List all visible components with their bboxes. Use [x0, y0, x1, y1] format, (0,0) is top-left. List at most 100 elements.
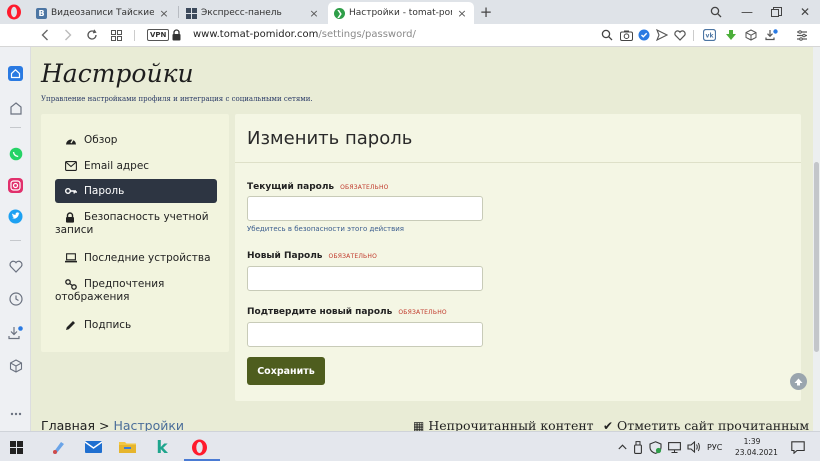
shield-icon[interactable]: [637, 28, 651, 42]
opera-taskbar-icon[interactable]: [183, 438, 215, 456]
download-arrow-icon[interactable]: [724, 28, 738, 42]
search-tabs-icon[interactable]: [707, 3, 725, 21]
unread-content-link[interactable]: ▦ Непрочитанный контент: [413, 418, 594, 431]
pinboard-icon[interactable]: [7, 100, 24, 117]
breadcrumb-current[interactable]: Настройки: [113, 418, 184, 431]
lock-icon[interactable]: [172, 29, 181, 41]
tab-title: Экспресс-панель: [201, 8, 282, 18]
tab-vk-videos[interactable]: B Видеозаписи Тайские Лай ×: [30, 2, 176, 24]
usb-icon[interactable]: [632, 438, 644, 456]
breadcrumb-home[interactable]: Главная: [41, 418, 95, 431]
envelope-icon: [65, 161, 77, 171]
current-password-label-text: Текущий пароль: [247, 182, 335, 192]
nav-item-password[interactable]: Пароль: [55, 179, 217, 203]
heart-icon[interactable]: [7, 258, 24, 275]
current-password-input[interactable]: [247, 196, 483, 221]
tab-speed-dial[interactable]: Экспресс-панель ×: [180, 2, 326, 24]
easy-setup-icon[interactable]: [795, 28, 809, 42]
tab-title: Настройки - tomat-pomido: [349, 8, 452, 18]
network-icon[interactable]: [667, 438, 681, 456]
tiles-icon[interactable]: [109, 28, 123, 42]
downloads-icon[interactable]: [7, 324, 24, 341]
send-icon[interactable]: [655, 28, 669, 42]
form-title: Изменить пароль: [247, 128, 413, 149]
windows-taskbar: k РУС 1:39 23.04.2021: [0, 431, 820, 461]
svg-text:k: k: [156, 439, 168, 455]
minimize-button[interactable]: —: [738, 3, 756, 21]
confirm-password-label: Подтвердите новый пароль ОБЯЗАТЕЛЬНО: [247, 307, 447, 317]
new-password-label: Новый Пароль ОБЯЗАТЕЛЬНО: [247, 251, 377, 261]
windows-start-icon[interactable]: [7, 438, 25, 456]
lock-icon: [65, 211, 77, 223]
close-tab-icon[interactable]: ×: [308, 7, 320, 20]
key-icon: [65, 186, 77, 196]
clock-time: 1:39: [743, 437, 761, 446]
new-password-input[interactable]: [247, 266, 483, 291]
close-window-button[interactable]: ✕: [796, 3, 814, 21]
new-password-label-text: Новый Пароль: [247, 251, 323, 261]
link-icon: [65, 278, 77, 290]
opera-menu-icon[interactable]: [6, 4, 22, 20]
footer-bar: Главная > Настройки ▦ Непрочитанный конт…: [31, 415, 813, 431]
instagram-icon[interactable]: [7, 177, 24, 194]
nav-item-label: Обзор: [84, 134, 118, 146]
pen-icon: [65, 320, 77, 331]
whatsapp-icon[interactable]: [7, 145, 24, 162]
paint-icon[interactable]: [50, 438, 68, 456]
vk-icon: B: [36, 7, 47, 19]
reload-icon[interactable]: [85, 28, 99, 42]
input-language[interactable]: РУС: [707, 443, 722, 452]
file-explorer-icon[interactable]: [118, 438, 136, 456]
more-icon[interactable]: [7, 405, 24, 422]
mark-site-read-link[interactable]: ✔ Отметить сайт прочитанным: [603, 418, 809, 431]
page-content: Настройки Управление настройками профиля…: [31, 47, 813, 431]
new-tab-button[interactable]: +: [478, 3, 494, 21]
defender-icon[interactable]: [648, 438, 662, 456]
vk-extension-icon[interactable]: vk: [702, 28, 716, 42]
search-icon[interactable]: [600, 28, 614, 42]
tab-title: Видеозаписи Тайские Лай: [51, 8, 154, 18]
history-icon[interactable]: [7, 290, 24, 307]
twitter-icon[interactable]: [7, 208, 24, 225]
clock[interactable]: 1:39 23.04.2021: [735, 436, 778, 458]
nav-item-overview[interactable]: Обзор: [55, 134, 215, 147]
show-hidden-icons-icon[interactable]: [616, 438, 628, 456]
browser-sidebar: [0, 47, 31, 431]
nav-item-email[interactable]: Email адрес: [55, 160, 215, 173]
vpn-badge[interactable]: VPN: [147, 29, 170, 41]
cube-icon[interactable]: [744, 28, 758, 42]
volume-icon[interactable]: [686, 438, 702, 456]
mail-icon[interactable]: [84, 438, 102, 456]
svg-text:vk: vk: [705, 33, 714, 40]
home-icon[interactable]: [7, 65, 24, 82]
nav-item-signature[interactable]: Подпись: [55, 319, 215, 332]
heart-icon[interactable]: [673, 28, 687, 42]
page-scrollbar[interactable]: [813, 47, 820, 431]
tab-settings[interactable]: ❯ Настройки - tomat-pomido ×: [328, 2, 474, 24]
camera-icon[interactable]: [619, 28, 633, 42]
address-bar: VPN www.tomat-pomidor.com/settings/passw…: [0, 24, 820, 47]
back-icon[interactable]: [38, 28, 52, 42]
url-field[interactable]: www.tomat-pomidor.com/settings/password/: [193, 29, 416, 40]
nav-item-label: Email адрес: [84, 160, 150, 172]
browser-tab-strip: B Видеозаписи Тайские Лай × Экспресс-пан…: [0, 0, 820, 24]
save-button[interactable]: Сохранить: [247, 357, 325, 385]
nav-item-display[interactable]: Предпочтения отображения: [55, 278, 215, 304]
url-path: /settings/password/: [318, 29, 416, 40]
close-tab-icon[interactable]: ×: [456, 7, 468, 20]
close-tab-icon[interactable]: ×: [158, 7, 170, 20]
kaspersky-icon[interactable]: k: [153, 438, 171, 456]
current-password-label: Текущий пароль ОБЯЗАТЕЛЬНО: [247, 182, 389, 192]
confirm-password-input[interactable]: [247, 322, 483, 347]
nav-item-label: Последние устройства: [84, 252, 211, 264]
extensions-icon[interactable]: [7, 357, 24, 374]
nav-item-devices[interactable]: Последние устройства: [55, 252, 215, 265]
nav-item-label: Пароль: [84, 185, 125, 197]
scrollbar-thumb[interactable]: [814, 162, 819, 352]
downloads-icon[interactable]: [764, 28, 778, 42]
nav-item-security[interactable]: Безопасность учетной записи: [55, 211, 215, 237]
notifications-icon[interactable]: [789, 438, 807, 456]
scroll-to-top-button[interactable]: [790, 373, 807, 390]
forward-icon[interactable]: [61, 28, 75, 42]
restore-button[interactable]: [767, 3, 785, 21]
